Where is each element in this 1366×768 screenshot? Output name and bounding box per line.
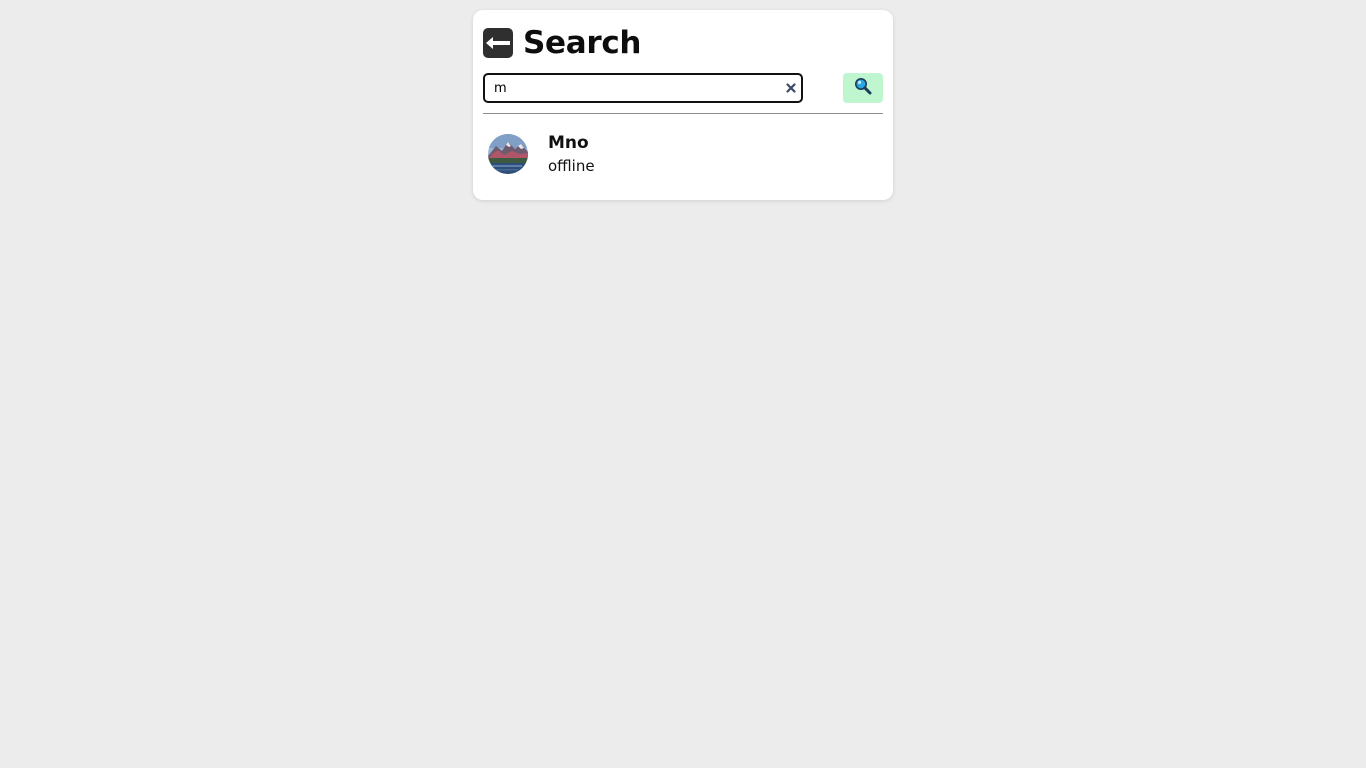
search-input[interactable] — [485, 75, 779, 101]
result-name: Mno — [548, 132, 589, 153]
result-text: Mno offline — [548, 133, 595, 176]
search-field[interactable] — [483, 73, 803, 103]
magnifier-icon — [854, 77, 872, 99]
back-button[interactable] — [483, 28, 513, 58]
list-item[interactable]: Mno offline — [488, 133, 883, 175]
divider — [483, 113, 883, 114]
search-button[interactable] — [843, 73, 883, 103]
header: Search — [483, 25, 642, 61]
avatar — [488, 134, 528, 174]
close-icon[interactable] — [783, 79, 799, 97]
search-panel: Search m Mno offline — [473, 10, 893, 200]
back-arrow-icon — [485, 36, 511, 50]
page-title: Search — [523, 25, 642, 61]
status-text: offline — [548, 156, 595, 175]
search-row — [483, 73, 883, 103]
